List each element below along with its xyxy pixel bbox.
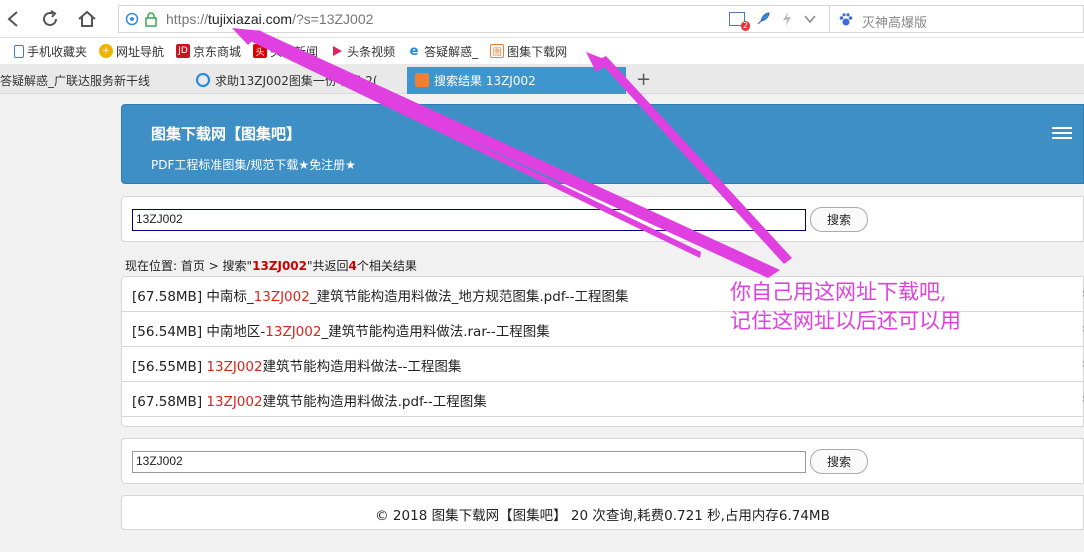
- video-play-icon: [330, 44, 344, 58]
- site-subtitle: PDF工程标准图集/规范下载★免注册★: [151, 158, 356, 172]
- address-bar-row: https://tujixiazai.com/?s=13ZJ002 2 灭神高爆…: [0, 0, 1084, 38]
- tab-label: 求助13ZJ002图集一份书籍-2(: [215, 74, 378, 88]
- bottom-search-input[interactable]: 13ZJ002: [132, 451, 806, 473]
- lock-icon: [145, 12, 157, 27]
- url-text: https://tujixiazai.com/?s=13ZJ002: [166, 11, 374, 27]
- hamburger-icon: [1052, 127, 1072, 129]
- bookmark-item[interactable]: 头头条新闻: [253, 43, 318, 60]
- bookmark-label: 图集下载网: [507, 44, 568, 59]
- new-tab-button[interactable]: +: [636, 69, 651, 90]
- bottom-search-button[interactable]: 搜索: [810, 449, 868, 474]
- search-panel: 13ZJ002 搜索: [121, 196, 1084, 242]
- tuji-favicon-icon: 图: [490, 44, 505, 58]
- result-item[interactable]: [67.58MB] 13ZJ002建筑节能构造用料做法.pdf--工程图集›: [122, 382, 1084, 417]
- reload-icon: [43, 10, 57, 26]
- bookmark-label: 网址导航: [116, 44, 165, 59]
- phone-icon: [14, 44, 24, 58]
- site-header: 图集下载网【图集吧】 PDF工程标准图集/规范下载★免注册★: [121, 104, 1084, 184]
- home-icon: [78, 10, 96, 27]
- bookmark-label: 头条新闻: [270, 44, 319, 59]
- breadcrumb-home-link[interactable]: 首页: [181, 259, 205, 273]
- tuji-favicon-icon: [415, 73, 429, 87]
- plus-icon: +: [636, 69, 652, 90]
- jd-logo-icon: JD: [176, 44, 191, 58]
- bottom-search-panel: 13ZJ002 搜索: [121, 438, 1084, 484]
- navigation-icon: +: [99, 44, 114, 58]
- bookmark-label: 答疑解惑_: [424, 44, 479, 59]
- annotation-line-1: 你自己用这网址下载吧,: [730, 280, 947, 304]
- tab-3-active[interactable]: 搜索结果 13ZJ002: [407, 67, 626, 94]
- rocket-icon[interactable]: [755, 11, 771, 27]
- search-input[interactable]: 13ZJ002: [132, 209, 806, 231]
- tab-2[interactable]: 求助13ZJ002图集一份书籍-2(: [188, 67, 404, 94]
- bookmark-item[interactable]: + 网址导航: [99, 43, 164, 60]
- site-title[interactable]: 图集下载网【图集吧】: [151, 123, 301, 144]
- breadcrumb: 现在位置: 首页 > 搜索"13ZJ002"共返回4个相关结果: [125, 259, 417, 273]
- bookmark-label: 头条视频: [347, 44, 396, 59]
- url-field[interactable]: https://tujixiazai.com/?s=13ZJ002 2: [118, 5, 830, 33]
- reload-button[interactable]: [39, 8, 61, 30]
- browser-window: https://tujixiazai.com/?s=13ZJ002 2 灭神高爆…: [0, 0, 1084, 552]
- bookmarks-bar: 手机收藏夹 + 网址导航 JD 京东商城 头头条新闻 头条视频 e 答疑解惑_ 图图集…: [0, 38, 1084, 64]
- badge-count: 2: [740, 21, 750, 31]
- paw-icon: [839, 13, 853, 26]
- menu-button[interactable]: [1052, 124, 1072, 142]
- app-badge-icon[interactable]: 2: [729, 12, 750, 31]
- bookmark-item[interactable]: 手机收藏夹: [14, 43, 87, 60]
- bookmark-item[interactable]: e 答疑解惑_: [407, 43, 478, 60]
- ie-logo-icon: [196, 73, 210, 87]
- bookmark-label: 京东商城: [193, 44, 242, 59]
- tab-1[interactable]: 答疑解惑_广联达服务新干线: [0, 67, 182, 94]
- page-footer: © 2018 图集下载网【图集吧】 20 次查询,耗费0.721 秒,占用内存6…: [121, 495, 1084, 530]
- annotation-line-2: 记住这网址以后还可以用: [730, 309, 961, 333]
- tab-strip: 答疑解惑_广联达服务新干线 求助13ZJ002图集一份书籍-2( 搜索结果 13…: [0, 64, 1084, 94]
- bookmark-item[interactable]: 图图集下载网: [490, 43, 567, 60]
- toutiao-icon: 头: [253, 44, 268, 58]
- bookmark-label: 手机收藏夹: [27, 44, 88, 59]
- lightning-icon[interactable]: [781, 11, 793, 27]
- home-button[interactable]: [76, 8, 98, 30]
- chevron-down-icon[interactable]: [803, 12, 817, 26]
- breadcrumb-keyword: 13ZJ002: [252, 259, 308, 273]
- result-count: 4: [348, 259, 357, 273]
- bookmark-item[interactable]: 头条视频: [330, 43, 395, 60]
- back-arrow-icon: [7, 11, 18, 27]
- ie-logo-icon: e: [409, 43, 419, 59]
- tab-label: 搜索结果 13ZJ002: [434, 74, 536, 88]
- tab-label: 答疑解惑_广联达服务新干线: [0, 74, 151, 88]
- result-item[interactable]: [56.55MB] 13ZJ002建筑节能构造用料做法--工程图集›: [122, 347, 1084, 382]
- bookmark-item[interactable]: JD 京东商城: [176, 43, 241, 60]
- search-button[interactable]: 搜索: [810, 207, 868, 232]
- security-shield-icon: [125, 12, 139, 26]
- search-engine-box[interactable]: 灭神高爆版: [830, 5, 1084, 33]
- search-engine-placeholder: 灭神高爆版: [862, 16, 928, 31]
- annotation-text: 你自己用这网址下载吧, 记住这网址以后还可以用: [730, 278, 961, 336]
- back-button[interactable]: [2, 8, 24, 30]
